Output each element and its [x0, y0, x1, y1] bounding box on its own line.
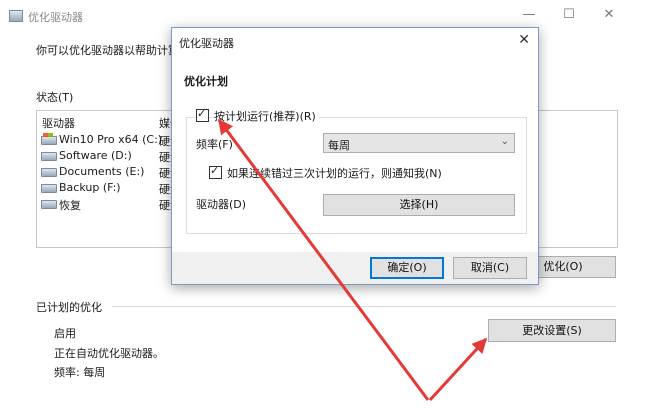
- annotation-arrows: [217, 118, 488, 402]
- arrow-to-checkbox: [217, 118, 430, 401]
- arrow-to-change-settings: [428, 337, 488, 402]
